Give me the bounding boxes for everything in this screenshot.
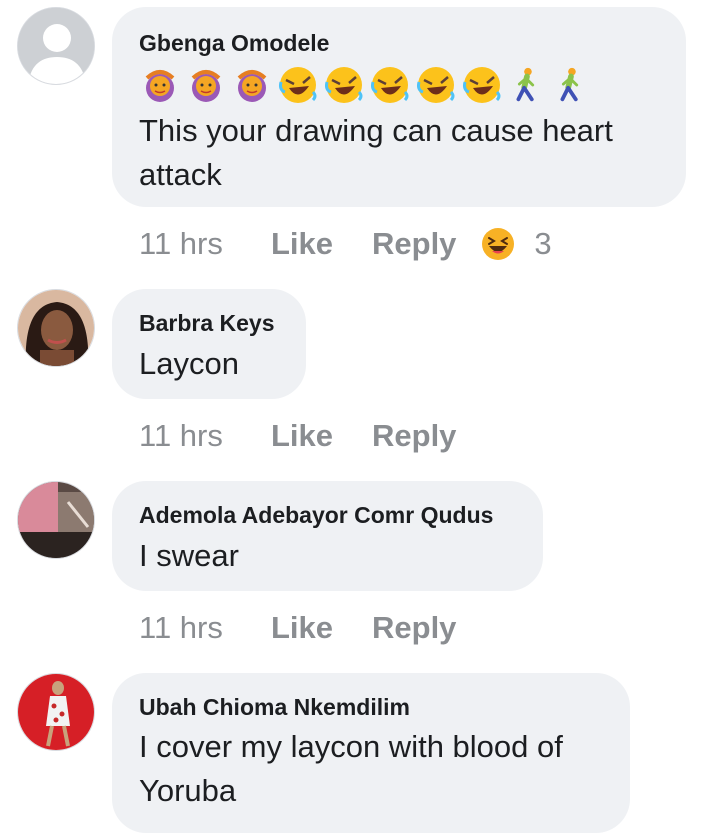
emoji-row <box>139 63 660 107</box>
reply-button[interactable]: Reply <box>372 608 456 648</box>
comment-timestamp[interactable]: 11 hrs <box>139 608 271 648</box>
woman-gesturing-ok-icon <box>237 70 267 102</box>
rolling-on-floor-laughing-icon <box>325 67 363 103</box>
woman-gesturing-ok-icon <box>145 70 175 102</box>
reply-button[interactable]: Reply <box>372 416 456 456</box>
avatar-ubah[interactable] <box>17 673 95 751</box>
comment-timestamp[interactable]: 11 hrs <box>139 416 271 456</box>
comment-author[interactable]: Gbenga Omodele <box>139 29 660 57</box>
user-photo-icon <box>18 482 94 558</box>
user-photo-icon <box>18 290 94 366</box>
user-photo-icon <box>18 674 94 750</box>
comment-text: This your drawing can cause heart attack <box>139 113 613 192</box>
like-button[interactable]: Like <box>271 608 372 648</box>
comment-author[interactable]: Barbra Keys <box>139 309 280 337</box>
reply-button[interactable]: Reply <box>372 224 456 264</box>
comment-actions: 11 hrs Like Reply <box>139 416 456 456</box>
laughing-face-icon <box>482 228 515 260</box>
comment-bubble: Ademola Adebayor Comr Qudus I swear <box>112 481 543 591</box>
comment-text: Laycon <box>139 346 239 381</box>
rolling-on-floor-laughing-icon <box>417 67 455 103</box>
avatar-default[interactable] <box>17 7 95 85</box>
rolling-on-floor-laughing-icon <box>463 67 501 103</box>
comment-actions: 11 hrs Like Reply 3 <box>139 224 552 264</box>
reaction-count: 3 <box>534 226 552 261</box>
comment-author[interactable]: Ademola Adebayor Comr Qudus <box>139 501 517 529</box>
comment-timestamp[interactable]: 11 hrs <box>139 224 271 264</box>
comment-bubble: Gbenga Omodele This your drawing can cau… <box>112 7 686 207</box>
default-avatar-icon <box>18 8 94 84</box>
like-button[interactable]: Like <box>271 416 372 456</box>
woman-gesturing-ok-icon <box>191 70 221 102</box>
reaction-summary[interactable]: 3 <box>480 224 552 264</box>
comment-bubble: Barbra Keys Laycon <box>112 289 306 399</box>
man-walking-icon <box>560 67 579 102</box>
rolling-on-floor-laughing-icon <box>371 67 409 103</box>
like-button[interactable]: Like <box>271 224 372 264</box>
comment-text: I cover my laycon with blood of Yoruba <box>139 729 563 808</box>
comment-text: I swear <box>139 538 239 573</box>
comment-actions: 11 hrs Like Reply <box>139 608 456 648</box>
man-walking-icon <box>516 67 535 102</box>
avatar-barbra-keys[interactable] <box>17 289 95 367</box>
avatar-ademola[interactable] <box>17 481 95 559</box>
rolling-on-floor-laughing-icon <box>279 67 317 103</box>
comment-author[interactable]: Ubah Chioma Nkemdilim <box>139 693 604 721</box>
comment-bubble: Ubah Chioma Nkemdilim I cover my laycon … <box>112 673 630 833</box>
